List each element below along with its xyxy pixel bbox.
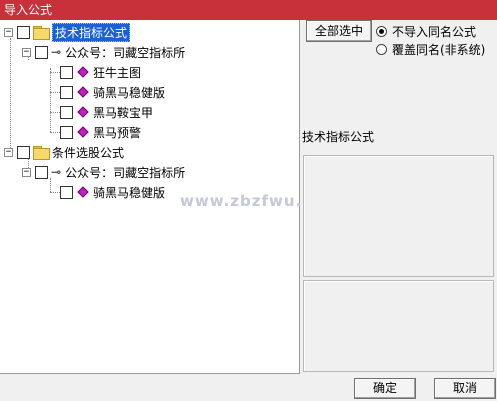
formula-icon [77,86,89,98]
tree-group-technical[interactable]: − 技术指标公式 [4,22,131,42]
cancel-button[interactable]: 取消 [434,378,496,399]
tree-account-node[interactable]: − ⊸ 公众号：司藏空指标所 [22,162,185,182]
formula-label[interactable]: 黑马鞍宝甲 [93,104,153,121]
account-checkbox[interactable] [35,45,48,59]
formula-icon [77,66,89,78]
tree-connector [50,68,51,132]
collapse-icon[interactable]: − [4,147,13,157]
tree-group-label[interactable]: 技术指标公式 [52,22,131,42]
key-icon: ⊸ [51,165,62,179]
radio-no-import[interactable]: 不导入同名公式 [376,23,476,40]
tree-account-label[interactable]: 公众号：司藏空指标所 [65,164,185,181]
description-box [303,155,494,277]
formula-checkbox[interactable] [60,185,73,199]
collapse-icon[interactable]: − [22,167,31,177]
radio-button[interactable] [376,44,387,55]
tree-account-label[interactable]: 公众号：司藏空指标所 [65,44,185,61]
group-checkbox[interactable] [17,145,30,159]
tree-formula-item[interactable]: 骑黑马稳健版 [60,182,165,202]
formula-label[interactable]: 狂牛主图 [93,64,141,81]
formula-icon [77,126,89,138]
tree-group-label[interactable]: 条件选股公式 [52,144,124,161]
formula-label[interactable]: 黑马预警 [93,124,141,141]
tree-formula-item[interactable]: 骑黑马稳健版 [60,82,165,102]
tree-formula-item[interactable]: 狂牛主图 [60,62,141,82]
formula-label[interactable]: 骑黑马稳健版 [93,84,165,101]
tree-formula-item[interactable]: 黑马鞍宝甲 [60,102,153,122]
tree-connector [10,38,11,150]
ok-button[interactable]: 确定 [354,378,416,399]
select-all-button[interactable]: 全部选中 [306,20,372,42]
folder-icon [33,146,50,160]
formula-checkbox[interactable] [60,105,73,119]
key-icon: ⊸ [51,45,62,59]
formula-label[interactable]: 骑黑马稳健版 [93,184,165,201]
tree-formula-item[interactable]: 黑马预警 [60,122,141,142]
collapse-icon[interactable]: − [4,27,13,37]
tree-group-screening[interactable]: − 条件选股公式 [4,142,124,162]
formula-checkbox[interactable] [60,85,73,99]
description-title: 技术指标公式 [302,130,375,144]
formula-checkbox[interactable] [60,65,73,79]
window-title: 导入公式 [0,0,497,20]
radio-button[interactable] [376,26,387,37]
group-checkbox[interactable] [17,25,30,39]
radio-label[interactable]: 覆盖同名(非系统) [392,41,485,58]
info-box [303,280,494,372]
formula-icon [77,106,89,118]
folder-icon [33,26,50,40]
tree-account-node[interactable]: − ⊸ 公众号：司藏空指标所 [22,42,185,62]
radio-label[interactable]: 不导入同名公式 [392,23,476,40]
collapse-icon[interactable]: − [22,47,31,57]
account-checkbox[interactable] [35,165,48,179]
radio-overwrite[interactable]: 覆盖同名(非系统) [376,41,485,58]
formula-checkbox[interactable] [60,125,73,139]
formula-icon [77,186,89,198]
